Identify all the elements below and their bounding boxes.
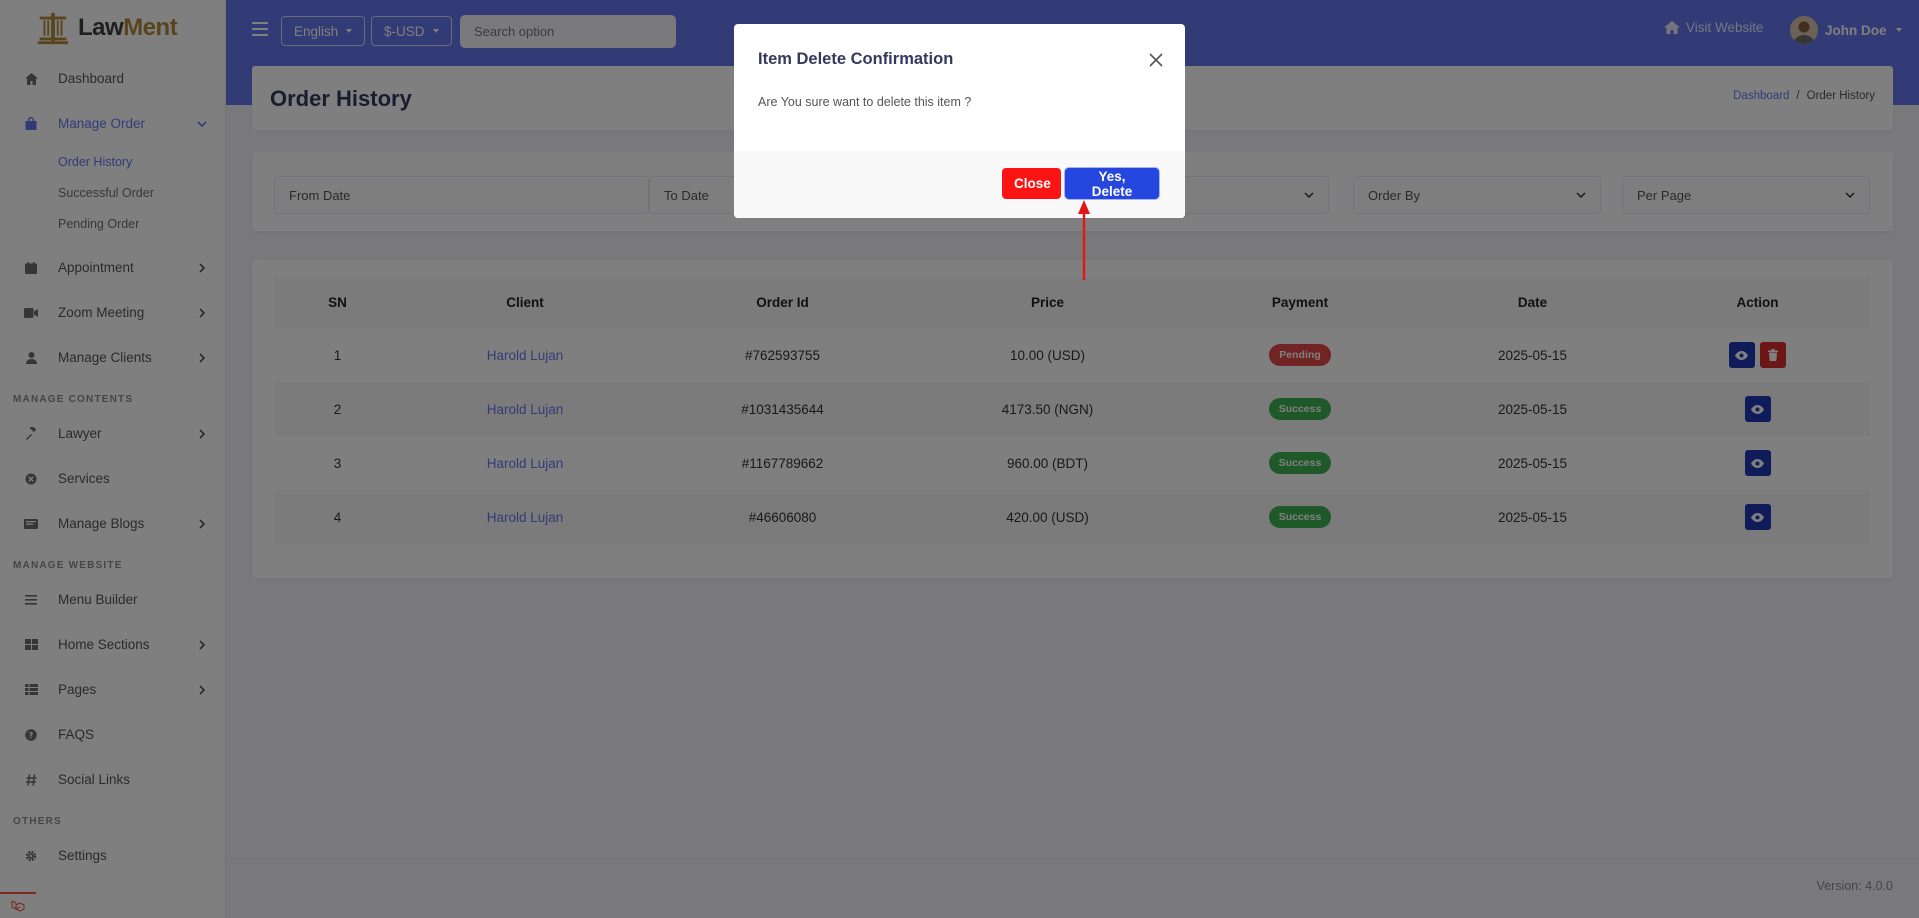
modal-message: Are You sure want to delete this item ? xyxy=(758,95,972,109)
delete-confirmation-modal: Item Delete Confirmation Are You sure wa… xyxy=(734,24,1185,218)
close-icon[interactable] xyxy=(1148,52,1164,68)
modal-footer: Close Yes, Delete xyxy=(734,151,1185,218)
close-button[interactable]: Close xyxy=(1002,168,1061,199)
modal-title: Item Delete Confirmation xyxy=(758,50,954,68)
red-arrow-annotation-icon xyxy=(1078,200,1090,280)
yes-delete-button[interactable]: Yes, Delete xyxy=(1065,168,1159,199)
